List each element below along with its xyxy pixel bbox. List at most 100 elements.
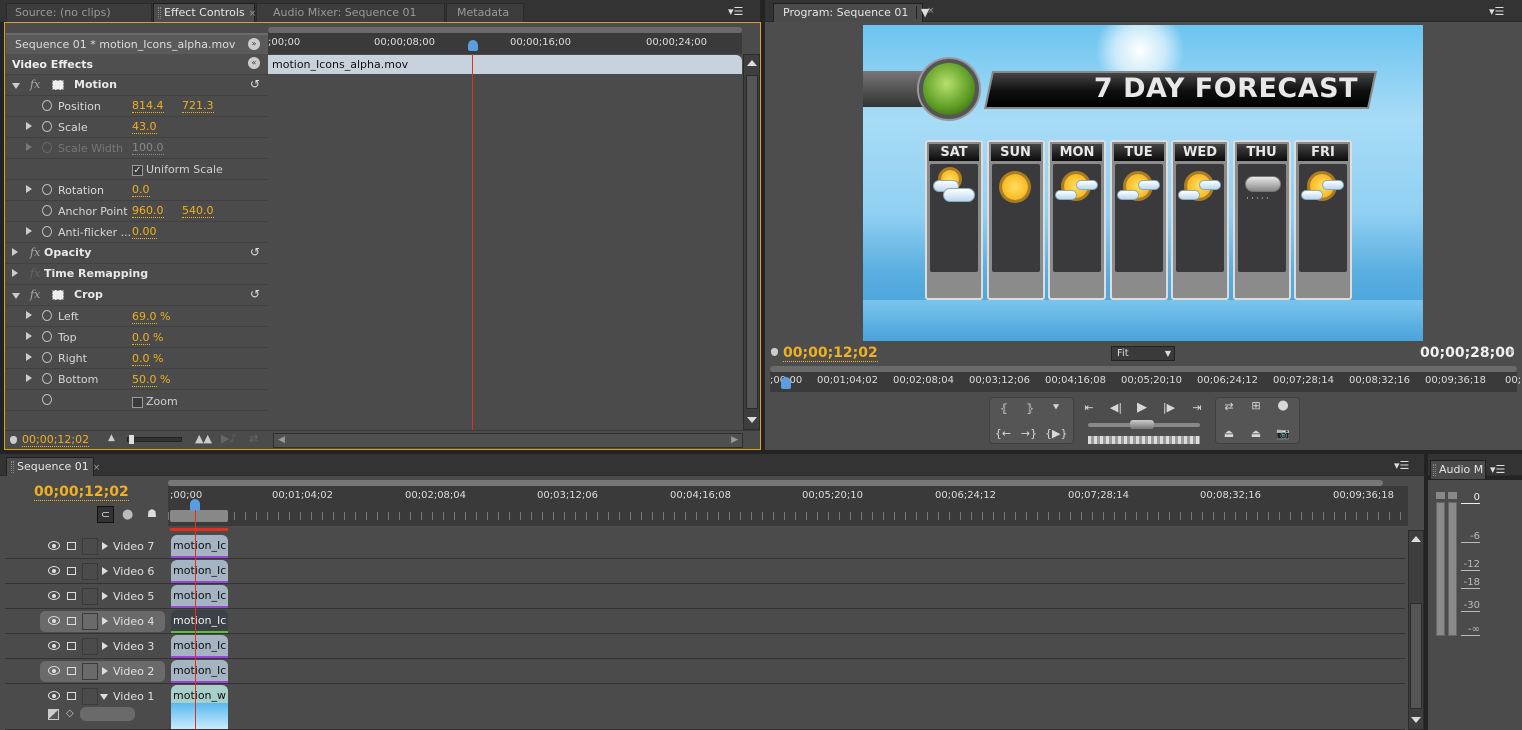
stopwatch-icon[interactable] xyxy=(42,205,52,216)
stopwatch-icon[interactable] xyxy=(42,394,52,405)
expand-icon[interactable]: » xyxy=(248,38,260,50)
timeline-timecode[interactable]: 00;00;12;02 xyxy=(34,484,129,501)
lift-button[interactable]: ⏏ xyxy=(1218,427,1240,440)
reset-icon[interactable]: ↺ xyxy=(250,245,260,259)
expand-toggle-icon[interactable] xyxy=(26,185,32,193)
scale-value[interactable]: 43.0 xyxy=(132,121,157,134)
anti-flicker-value[interactable]: 0.00 xyxy=(132,226,157,239)
expand-track-icon[interactable] xyxy=(102,542,108,550)
lock-toggle[interactable] xyxy=(82,588,98,605)
zoom-checkbox[interactable]: Zoom xyxy=(132,395,178,408)
tab-metadata[interactable]: Metadata xyxy=(446,3,524,22)
anchor-x-value[interactable]: 960.0 xyxy=(132,205,164,218)
transform-icon[interactable] xyxy=(52,80,64,90)
play-button[interactable]: ▶ xyxy=(1131,400,1153,415)
transform-icon[interactable] xyxy=(52,290,64,300)
expand-toggle-icon[interactable] xyxy=(12,248,18,256)
timeline-clip[interactable]: motion_Ic xyxy=(171,560,228,583)
panel-menu-icon[interactable]: ▾☰ xyxy=(1490,463,1505,476)
tab-sequence[interactable]: Sequence 01 × xyxy=(6,457,100,476)
crop-right-value[interactable]: 0.0 xyxy=(132,352,150,366)
expand-toggle-icon[interactable] xyxy=(26,332,32,340)
loop-button[interactable]: ⇄ xyxy=(1218,400,1240,413)
program-current-timecode[interactable]: 00;00;12;02 xyxy=(783,345,878,362)
add-marker-button[interactable]: ⯆ xyxy=(1045,401,1067,415)
timeline-clip[interactable]: motion_Ic xyxy=(171,610,228,633)
position-x-value[interactable]: 814.4 xyxy=(132,100,164,113)
scroll-left-icon[interactable]: ◀ xyxy=(278,435,285,445)
export-frame-button[interactable]: 📷 xyxy=(1272,427,1294,440)
film-icon[interactable] xyxy=(67,542,76,550)
expand-track-icon[interactable] xyxy=(102,567,108,575)
eye-icon[interactable] xyxy=(48,691,60,700)
work-area-bar[interactable] xyxy=(170,510,228,522)
track-header[interactable]: Video 4 xyxy=(40,611,165,632)
film-icon[interactable] xyxy=(67,617,76,625)
go-to-in-button[interactable]: ⇤ xyxy=(1078,401,1100,414)
checkbox-unchecked-icon[interactable] xyxy=(132,396,143,408)
track-header[interactable]: Video 2 xyxy=(40,661,165,682)
film-icon[interactable] xyxy=(67,567,76,575)
step-back-button[interactable]: ◀| xyxy=(1105,401,1127,414)
lock-toggle[interactable] xyxy=(82,663,98,680)
eye-icon[interactable] xyxy=(48,541,60,550)
expand-toggle-icon[interactable] xyxy=(26,122,32,130)
zoom-slider-handle[interactable] xyxy=(129,435,134,444)
expand-track-icon[interactable] xyxy=(102,667,108,675)
zoom-slider[interactable] xyxy=(127,437,182,442)
crop-top-value[interactable]: 0.0 xyxy=(132,331,150,345)
expand-track-icon[interactable] xyxy=(102,592,108,600)
mark-out-button[interactable]: ⦄ xyxy=(1019,402,1041,415)
stopwatch-icon[interactable] xyxy=(42,352,52,363)
eye-icon[interactable] xyxy=(48,641,60,650)
video-frame[interactable]: 7 DAY FORECAST SAT SUN MON TUE WED THU ''''' FR… xyxy=(863,25,1423,341)
ec-vertical-scrollbar[interactable] xyxy=(743,54,760,430)
play-in-to-out-button[interactable]: {▶} xyxy=(1045,427,1067,440)
expand-track-icon[interactable] xyxy=(102,617,108,625)
ec-timecode[interactable]: 00;00;12;02 xyxy=(22,434,90,447)
close-icon[interactable]: × xyxy=(927,6,935,16)
track-header[interactable]: Video 6 xyxy=(40,561,165,582)
film-icon[interactable] xyxy=(67,592,76,600)
ec-horizontal-scrollbar[interactable]: ◀ ▶ xyxy=(273,433,743,448)
timeline-clip[interactable]: motion_Ic xyxy=(171,660,228,683)
keyframe-icon[interactable]: ◇ xyxy=(66,708,74,719)
close-icon[interactable]: × xyxy=(93,463,101,473)
stopwatch-icon[interactable] xyxy=(42,184,52,195)
timeline-clip[interactable]: motion_Ic xyxy=(171,585,228,608)
playhead-handle-icon[interactable] xyxy=(468,40,478,51)
tab-audio-mixer[interactable]: Audio Mixer: Sequence 01 xyxy=(256,3,445,22)
scroll-down-icon[interactable] xyxy=(747,417,757,423)
film-icon[interactable] xyxy=(67,642,76,650)
extract-button[interactable]: ⏏ xyxy=(1245,427,1267,440)
go-to-prev-edit-button[interactable]: {← xyxy=(992,427,1014,440)
scroll-up-icon[interactable] xyxy=(747,60,757,66)
expand-toggle-icon[interactable] xyxy=(26,143,32,151)
reset-icon[interactable]: ↺ xyxy=(250,77,260,91)
set-encore-marker-icon[interactable]: ☗ xyxy=(147,507,157,520)
checkbox-checked-icon[interactable]: ✓ xyxy=(132,164,143,176)
panel-menu-icon[interactable]: ▾☰ xyxy=(728,5,743,18)
ec-clip-bar[interactable]: motion_Icons_alpha.mov xyxy=(268,55,742,74)
effect-crop[interactable]: fx Crop ↺ xyxy=(6,285,268,306)
scroll-thumb[interactable] xyxy=(746,75,758,409)
scroll-down-icon[interactable] xyxy=(1411,717,1421,723)
lock-toggle[interactable] xyxy=(82,563,98,580)
expand-toggle-icon[interactable] xyxy=(26,227,32,235)
lock-toggle[interactable] xyxy=(82,688,98,705)
expand-toggle-icon[interactable] xyxy=(26,374,32,382)
stopwatch-icon[interactable] xyxy=(42,121,52,132)
expand-toggle-icon[interactable] xyxy=(12,83,20,89)
dropdown-icon[interactable]: ▼ xyxy=(1165,347,1171,360)
stopwatch-icon[interactable] xyxy=(42,100,52,111)
jog-wheel[interactable] xyxy=(1088,436,1200,444)
resize-icon[interactable]: ⇔ xyxy=(1507,347,1515,357)
add-marker-icon[interactable]: ● xyxy=(122,507,133,522)
film-icon[interactable] xyxy=(67,667,76,675)
effect-time-remapping[interactable]: fx Time Remapping xyxy=(6,264,268,285)
playhead-handle-icon[interactable] xyxy=(781,377,791,389)
lock-toggle[interactable] xyxy=(82,638,98,655)
tab-audio-meters[interactable]: Audio M xyxy=(1430,460,1486,479)
expand-toggle-icon[interactable] xyxy=(26,353,32,361)
timeline-vertical-scrollbar[interactable] xyxy=(1408,530,1424,730)
